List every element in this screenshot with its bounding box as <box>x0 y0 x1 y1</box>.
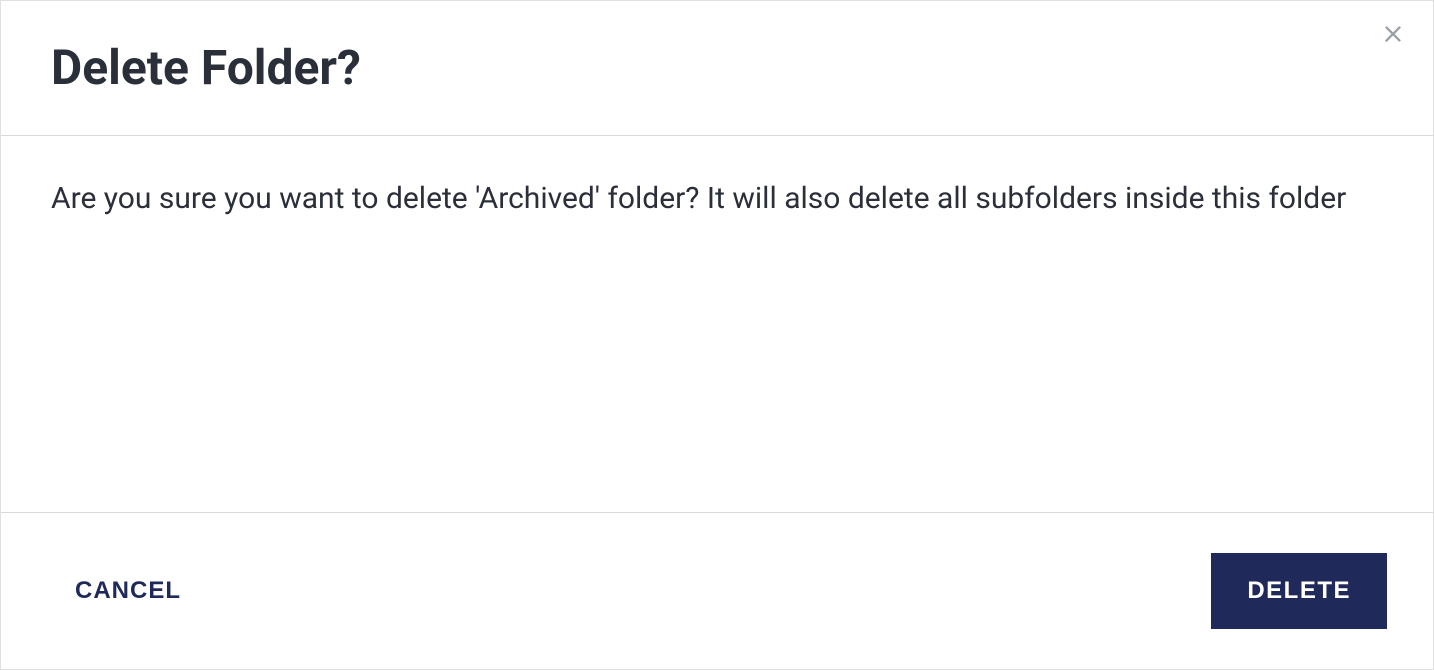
cancel-button[interactable]: CANCEL <box>71 569 185 613</box>
delete-folder-dialog: Delete Folder? Are you sure you want to … <box>0 0 1434 670</box>
dialog-title: Delete Folder? <box>51 39 1383 97</box>
dialog-header: Delete Folder? <box>1 1 1433 136</box>
dialog-footer: CANCEL DELETE <box>1 512 1433 669</box>
delete-button[interactable]: DELETE <box>1211 553 1387 629</box>
dialog-message: Are you sure you want to delete 'Archive… <box>51 176 1383 223</box>
close-icon <box>1379 20 1407 51</box>
close-button[interactable] <box>1373 15 1413 55</box>
dialog-body: Are you sure you want to delete 'Archive… <box>1 136 1433 512</box>
